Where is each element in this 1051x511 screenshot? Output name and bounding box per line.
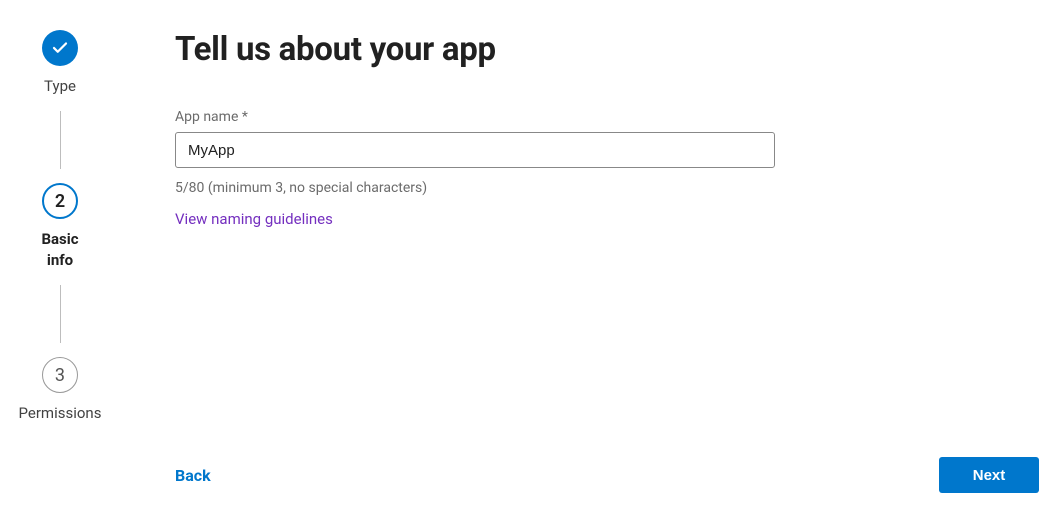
step-label: Basic info [41, 229, 78, 271]
step-number: 3 [42, 357, 78, 393]
page-title: Tell us about your app [175, 30, 1031, 69]
check-icon [42, 30, 78, 66]
step-label: Permissions [19, 403, 102, 424]
app-name-helper-text: 5/80 (minimum 3, no special characters) [175, 180, 1031, 196]
next-button[interactable]: Next [939, 457, 1039, 493]
app-name-label: App name * [175, 109, 1031, 125]
step-basic-info[interactable]: 2 Basic info [41, 183, 78, 271]
naming-guidelines-link[interactable]: View naming guidelines [175, 210, 333, 228]
step-label: Type [44, 76, 76, 97]
step-type[interactable]: Type [42, 30, 78, 97]
app-name-field-group: App name * 5/80 (minimum 3, no special c… [175, 109, 1031, 228]
wizard-stepper: Type 2 Basic info 3 Permissions [0, 30, 120, 511]
step-number: 2 [42, 183, 78, 219]
step-permissions[interactable]: 3 Permissions [19, 357, 102, 424]
main-content: Tell us about your app App name * 5/80 (… [120, 30, 1051, 511]
step-connector [60, 285, 61, 343]
app-name-input[interactable] [175, 132, 775, 168]
back-button[interactable]: Back [175, 466, 211, 485]
wizard-footer: Back Next [175, 457, 1039, 493]
step-connector [60, 111, 61, 169]
